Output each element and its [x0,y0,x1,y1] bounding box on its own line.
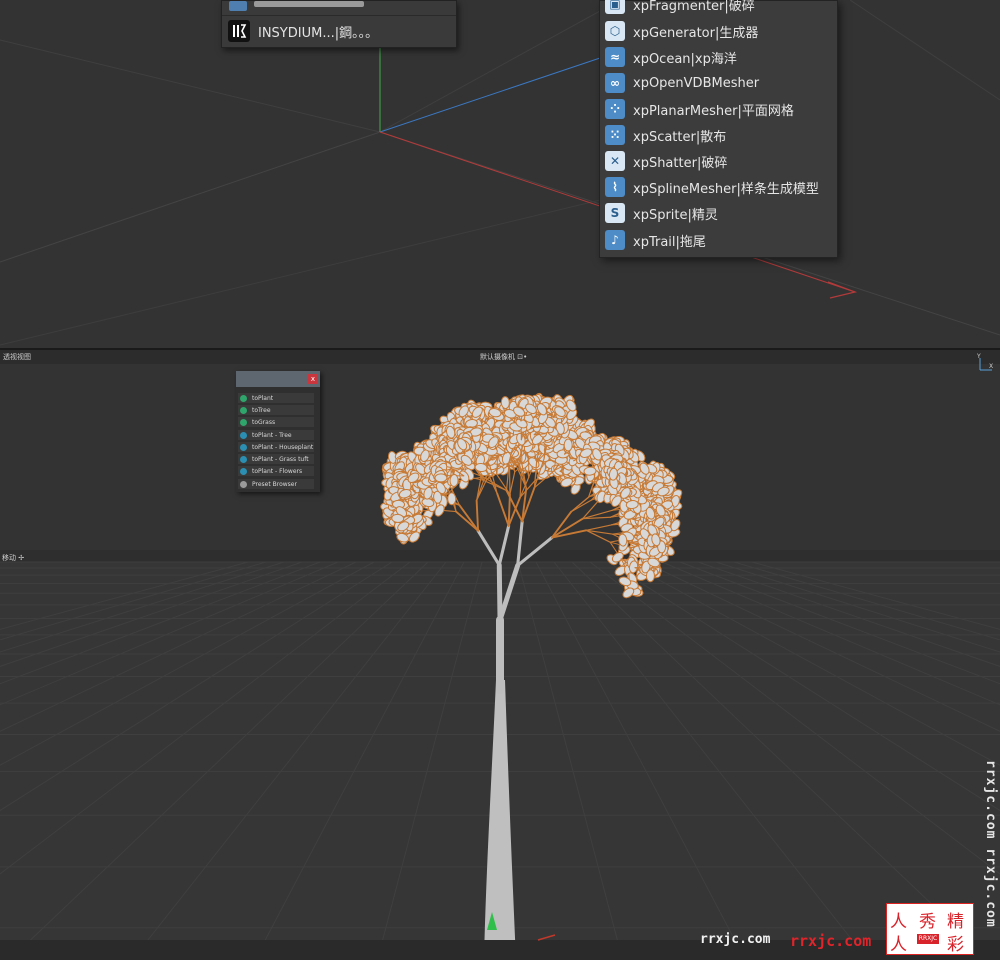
menu-item-insydium[interactable]: INSYDIUM...|鋼。。。 [222,17,456,45]
insydium-logo-icon [228,20,250,42]
z-axis-line [379,57,601,133]
plant-icon [240,394,247,402]
xp-openvdb-icon: ∞ [605,73,625,93]
menu-item-xpfragmenter[interactable]: ▣ xpFragmenter|破碎 [600,0,837,17]
menu-item-xpplanarmesher[interactable]: ⁘ xpPlanarMesher|平面网格 [600,96,837,122]
menu-item-label: xpPlanarMesher|平面网格 [633,103,794,119]
seal-char: 人 [890,935,907,955]
plant-item-preset-flowers[interactable]: toPlant - Flowers [238,466,314,476]
menu-item-xpsplinemesher[interactable]: ⌇ xpSplineMesher|样条生成模型 [600,174,837,200]
plant-item-label: toPlant - Tree [252,431,292,439]
plant-item-tograss[interactable]: toGrass [238,417,314,427]
xp-trail-icon: ♪ [605,230,625,250]
menu-item-xpocean[interactable]: ≈ xpOcean|xp海洋 [600,44,837,70]
tree-icon [240,406,247,414]
top-viewport-panel: INSYDIUM...|鋼。。。 ▣ xpFragmenter|破碎 ⬡ xpG… [0,0,1000,348]
viewport-title: 透视视图 [3,353,31,361]
plant-item-label: Preset Browser [252,480,297,488]
menu-item-xpopenvdbmesher[interactable]: ∞ xpOpenVDBMesher [600,70,837,96]
menu-item-label: xpOpenVDBMesher [633,75,760,91]
menu-item-xptrail[interactable]: ♪ xpTrail|拖尾 [600,227,837,253]
plant-item-label: toPlant - Flowers [252,467,303,475]
axis-gizmo-icon: Y X [976,353,993,371]
watermark-vertical: rrxjc.com rrxjc.com [983,760,998,928]
perspective-viewport[interactable]: 透视视图 默认摄像机 ⊡• 移动 ✢ Y X x toPlant toTree … [0,350,1000,960]
xp-spline-mesher-icon: ⌇ [605,177,625,197]
move-tool-hint: 移动 ✢ [2,554,25,562]
preset-grass-icon [240,455,247,463]
plant-item-preset-browser[interactable]: Preset Browser [238,479,314,489]
menu-item-label: xpTrail|拖尾 [633,234,706,250]
xp-fragmenter-icon: ▣ [605,0,625,14]
menu-item-label: xpOcean|xp海洋 [633,51,737,67]
viewport-scene [0,350,1000,960]
axis-y-label: Y [976,353,981,360]
plant-item-preset-grass[interactable]: toPlant - Grass tuft [238,454,314,464]
menu-item-label: xpSplineMesher|样条生成模型 [633,181,819,197]
partial-item-icon [229,1,247,11]
top-grid [0,0,1000,346]
plant-item-preset-houseplant[interactable]: toPlant - Houseplant [238,442,314,452]
seal-char: 人 [890,912,907,932]
menu-item-label: xpSprite|精灵 [633,207,718,223]
xp-generator-icon: ⬡ [605,21,625,41]
preset-browser-icon [240,480,247,488]
watermark-white: rrxjc.com [700,932,771,947]
grass-icon [240,418,247,426]
plant-generator-menu: x toPlant toTree toGrass toPlant - Tree … [236,371,320,492]
menu-item-label: xpGenerator|生成器 [633,25,759,41]
menu-item-label: INSYDIUM...|鋼。。。 [258,25,379,41]
xp-ocean-icon: ≈ [605,47,625,67]
plant-item-label: toTree [252,406,271,414]
menu-item-xpsprite[interactable]: S xpSprite|精灵 [600,200,837,226]
insydium-popup-menu: INSYDIUM...|鋼。。。 [221,0,457,48]
seal-char: 秀 [919,912,936,932]
plant-item-label: toPlant - Grass tuft [252,455,309,463]
menu-item-partial[interactable] [222,1,456,16]
xp-scatter-icon: ⁙ [605,125,625,145]
plant-item-totree[interactable]: toTree [238,405,314,415]
xp-planar-mesher-icon: ⁘ [605,99,625,119]
watermark-red: rrxjc.com [790,932,872,950]
axis-x-label: X [989,363,993,370]
menu-title-bar[interactable]: x [236,371,320,387]
menu-item-label: xpFragmenter|破碎 [633,0,755,14]
plant-item-label: toPlant [252,394,274,402]
camera-selector[interactable]: 默认摄像机 ⊡• [480,352,527,362]
close-icon[interactable]: x [308,374,318,384]
xp-shatter-icon: ✕ [605,151,625,171]
menu-item-xpscatter[interactable]: ⁙ xpScatter|散布 [600,122,837,148]
plant-item-label: toGrass [252,418,276,426]
menu-item-xpshatter[interactable]: ✕ xpShatter|破碎 [600,148,837,174]
plant-item-label: toPlant - Houseplant [252,443,314,451]
seal-char: 精 [947,912,964,932]
partial-item-text [254,1,364,7]
watermark-seal: 人 人 秀 精 彩 RRXJC [886,903,974,955]
menu-item-label: xpShatter|破碎 [633,155,728,171]
seal-small-text: RRXJC [917,934,939,944]
preset-flowers-icon [240,467,247,475]
xp-generator-menu: ▣ xpFragmenter|破碎 ⬡ xpGenerator|生成器 ≈ xp… [599,0,838,258]
menu-item-label: xpScatter|散布 [633,129,727,145]
seal-char: 彩 [947,935,964,955]
menu-item-xpgenerator[interactable]: ⬡ xpGenerator|生成器 [600,18,837,44]
preset-houseplant-icon [240,443,247,451]
plant-item-preset-tree[interactable]: toPlant - Tree [238,430,314,440]
xp-sprite-icon: S [605,203,625,223]
preset-tree-icon [240,431,247,439]
x-move-handle-icon [537,934,556,941]
plant-item-toplant[interactable]: toPlant [238,393,314,403]
